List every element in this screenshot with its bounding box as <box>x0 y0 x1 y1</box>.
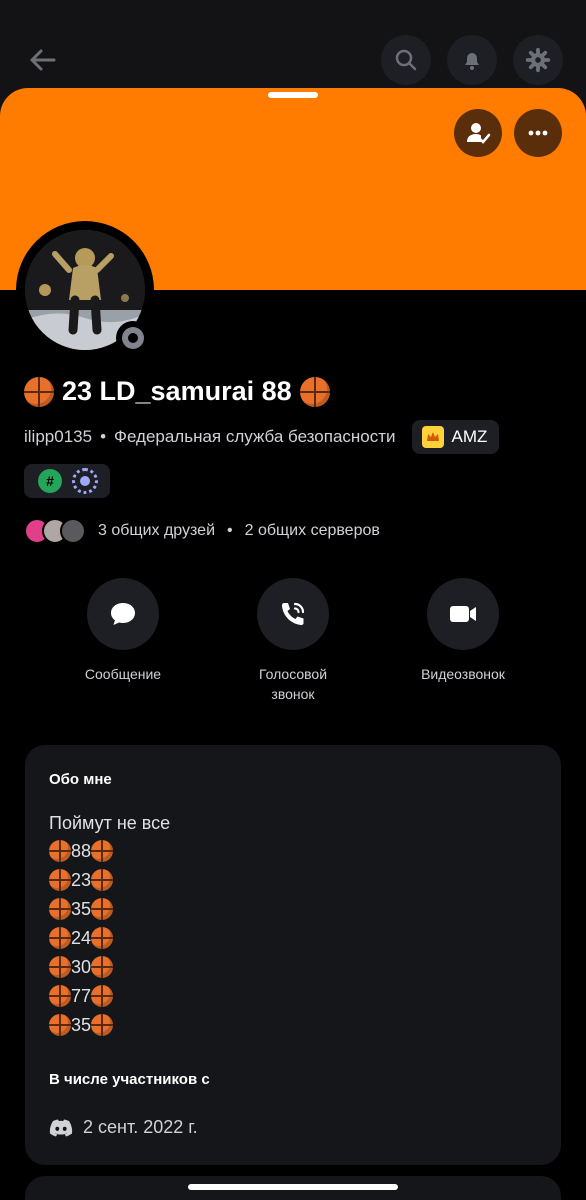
bell-icon <box>465 53 479 70</box>
status-indicator <box>116 321 150 355</box>
profile-sheet: 23 LD_samurai 88 ilipp0135 • Федеральная… <box>0 88 586 1200</box>
nitro-laurel-badge-icon[interactable] <box>72 468 98 494</box>
basketball-emoji <box>49 898 71 920</box>
action-row: Сообщение Голосовой звонок Видеозвонок <box>0 578 586 708</box>
clan-tag-text: AMZ <box>451 427 488 446</box>
basketball-emoji <box>24 376 54 407</box>
basketball-emoji <box>49 1014 71 1036</box>
separator-dot: • <box>227 522 233 539</box>
user-check-icon <box>467 123 491 144</box>
basketball-emoji <box>91 869 114 891</box>
mutual-friends[interactable]: 3 общих друзей <box>98 522 215 540</box>
crown-icon <box>421 426 444 448</box>
about-intro: Поймут не все <box>49 813 171 833</box>
basketball-emoji <box>91 985 114 1007</box>
message-action[interactable]: Сообщение <box>48 578 198 684</box>
member-since-title: В числе участников с <box>49 1071 210 1088</box>
chat-bubble-icon <box>111 603 135 625</box>
basketball-emoji <box>91 840 114 862</box>
video-call-action[interactable]: Видеозвонок <box>388 578 538 684</box>
clan-tag[interactable]: AMZ <box>411 420 500 454</box>
basketball-emoji <box>91 927 114 949</box>
voice-call-action[interactable]: Голосовой звонок <box>218 578 368 704</box>
back-button[interactable] <box>22 40 62 80</box>
video-call-label: Видеозвонок <box>421 666 505 682</box>
about-title: Обо мне <box>49 771 112 788</box>
phone-call-icon <box>282 602 305 625</box>
display-name-text: 23 LD_samurai 88 <box>62 376 292 406</box>
hypesquad-badge-icon[interactable]: # <box>38 469 62 493</box>
voice-call-button[interactable] <box>257 578 329 650</box>
settings-button[interactable] <box>513 35 563 85</box>
mutual-info[interactable]: 3 общих друзей • 2 общих серверов <box>24 518 380 544</box>
friend-button[interactable] <box>454 109 502 157</box>
drag-handle[interactable] <box>268 92 318 98</box>
home-indicator[interactable] <box>188 1184 398 1190</box>
member-since: 2 сент. 2022 г. <box>49 1117 198 1138</box>
message-label: Сообщение <box>84 666 162 682</box>
search-icon <box>395 49 417 71</box>
basketball-emoji <box>49 840 71 862</box>
more-button[interactable] <box>514 109 562 157</box>
basketball-emoji <box>49 927 71 949</box>
basketball-emoji <box>299 376 330 407</box>
about-line: 24 <box>49 927 114 949</box>
basketball-emoji <box>91 1014 114 1036</box>
arrow-left-icon <box>30 49 56 71</box>
about-line: 35 <box>49 1014 114 1036</box>
profile-subline: ilipp0135 • Федеральная служба безопасно… <box>24 420 500 454</box>
about-line: 77 <box>49 985 114 1007</box>
notifications-button[interactable] <box>447 35 497 85</box>
gear-icon <box>525 47 551 73</box>
about-line: 35 <box>49 898 114 920</box>
separator-dot: • <box>100 427 107 446</box>
avatar-frame <box>16 221 154 359</box>
mutual-servers[interactable]: 2 общих серверов <box>245 522 380 540</box>
video-camera-icon <box>450 606 476 622</box>
search-button[interactable] <box>381 35 431 85</box>
basketball-emoji <box>91 956 114 978</box>
member-since-date: 2 сент. 2022 г. <box>83 1117 198 1137</box>
mutual-friend-avatar <box>60 518 86 544</box>
message-button[interactable] <box>87 578 159 650</box>
more-horizontal-icon <box>528 130 548 136</box>
about-card: Обо мне Поймут не все 88 23 35 24 30 77 … <box>25 745 561 1165</box>
username: ilipp0135 <box>24 427 93 446</box>
video-call-button[interactable] <box>427 578 499 650</box>
discord-logo-icon <box>49 1119 73 1136</box>
about-line: 30 <box>49 956 114 978</box>
basketball-emoji <box>49 956 71 978</box>
about-line: 23 <box>49 869 114 891</box>
basketball-emoji <box>91 898 114 920</box>
basketball-emoji <box>49 985 71 1007</box>
profile-note: Федеральная служба безопасности <box>114 427 396 446</box>
display-name: 23 LD_samurai 88 <box>24 376 330 407</box>
about-line: 88 <box>49 840 114 862</box>
badges: # <box>24 464 110 498</box>
voice-call-label: Голосовой звонок <box>258 666 328 702</box>
basketball-emoji <box>49 869 71 891</box>
